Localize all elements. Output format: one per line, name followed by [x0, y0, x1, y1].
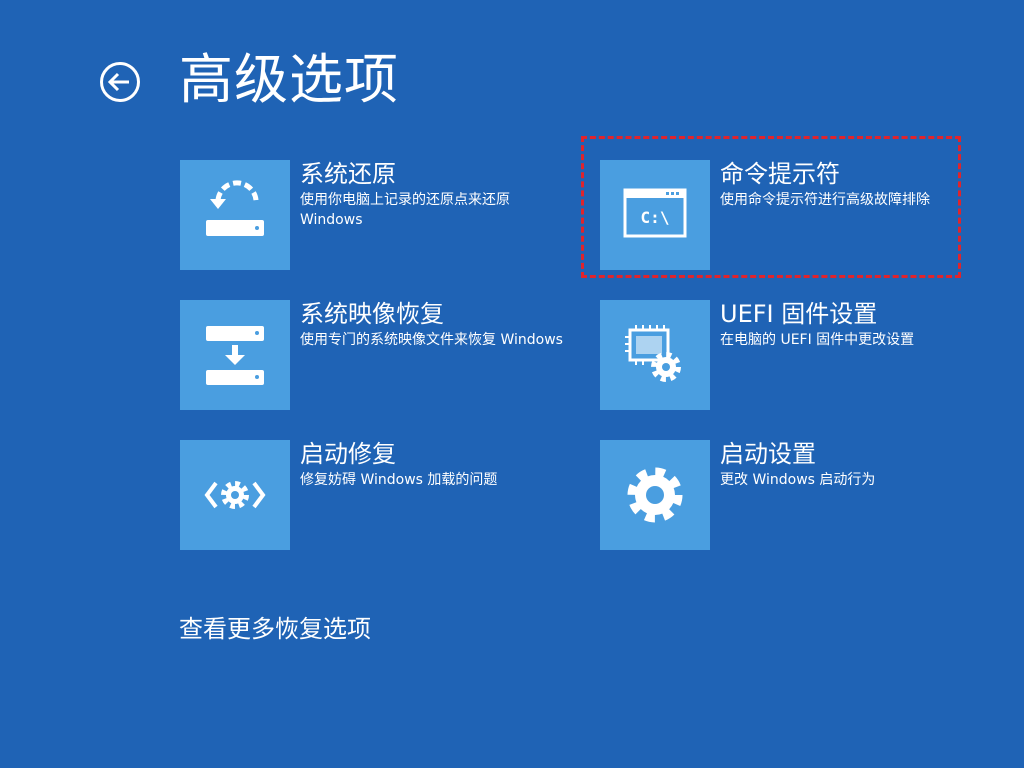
- option-system-image-recovery[interactable]: 系统映像恢复 使用专门的系统映像文件来恢复 Windows: [180, 300, 580, 410]
- option-title: UEFI 固件设置: [720, 300, 878, 328]
- command-prompt-icon-text: C:\: [641, 208, 670, 227]
- option-title: 系统还原: [300, 160, 396, 188]
- back-button[interactable]: [99, 61, 141, 103]
- uefi-firmware-icon: [625, 325, 681, 382]
- option-title: 命令提示符: [720, 160, 840, 188]
- command-prompt-icon: C:\: [623, 188, 687, 238]
- option-tile: [180, 160, 290, 270]
- option-title: 启动设置: [720, 440, 816, 468]
- option-tile: [180, 300, 290, 410]
- option-title: 启动修复: [300, 440, 396, 468]
- more-recovery-options-link[interactable]: 查看更多恢复选项: [179, 612, 371, 646]
- option-description: 使用命令提示符进行高级故障排除: [720, 192, 930, 208]
- option-tile: [600, 300, 710, 410]
- option-tile: C:\: [600, 160, 710, 270]
- option-description: 更改 Windows 启动行为: [720, 472, 876, 488]
- system-image-recovery-icon: [206, 326, 264, 385]
- option-title: 系统映像恢复: [300, 300, 444, 328]
- system-restore-icon: [206, 180, 264, 236]
- option-description: 在电脑的 UEFI 固件中更改设置: [720, 332, 915, 348]
- option-startup-settings[interactable]: 启动设置 更改 Windows 启动行为: [600, 440, 1000, 550]
- option-tile: [600, 440, 710, 550]
- advanced-options-screen: 高级选项 系统还原 使用你电脑上记录的还原点来还原 Windows C:\ 命令…: [0, 0, 1024, 768]
- page-title: 高级选项: [179, 48, 399, 111]
- option-system-restore[interactable]: 系统还原 使用你电脑上记录的还原点来还原 Windows: [180, 160, 580, 270]
- option-uefi-firmware-settings[interactable]: UEFI 固件设置 在电脑的 UEFI 固件中更改设置: [600, 300, 1000, 410]
- option-description: 使用专门的系统映像文件来恢复 Windows: [300, 332, 563, 348]
- option-description: 修复妨碍 Windows 加载的问题: [300, 472, 498, 488]
- option-description: 使用你电脑上记录的还原点来还原 Windows: [300, 192, 510, 228]
- gear-icon: [627, 467, 683, 523]
- option-tile: [180, 440, 290, 550]
- startup-repair-icon: [204, 481, 266, 509]
- back-arrow-icon: [100, 62, 140, 102]
- option-startup-repair[interactable]: 启动修复 修复妨碍 Windows 加载的问题: [180, 440, 580, 550]
- option-command-prompt[interactable]: C:\ 命令提示符 使用命令提示符进行高级故障排除: [600, 160, 1000, 270]
